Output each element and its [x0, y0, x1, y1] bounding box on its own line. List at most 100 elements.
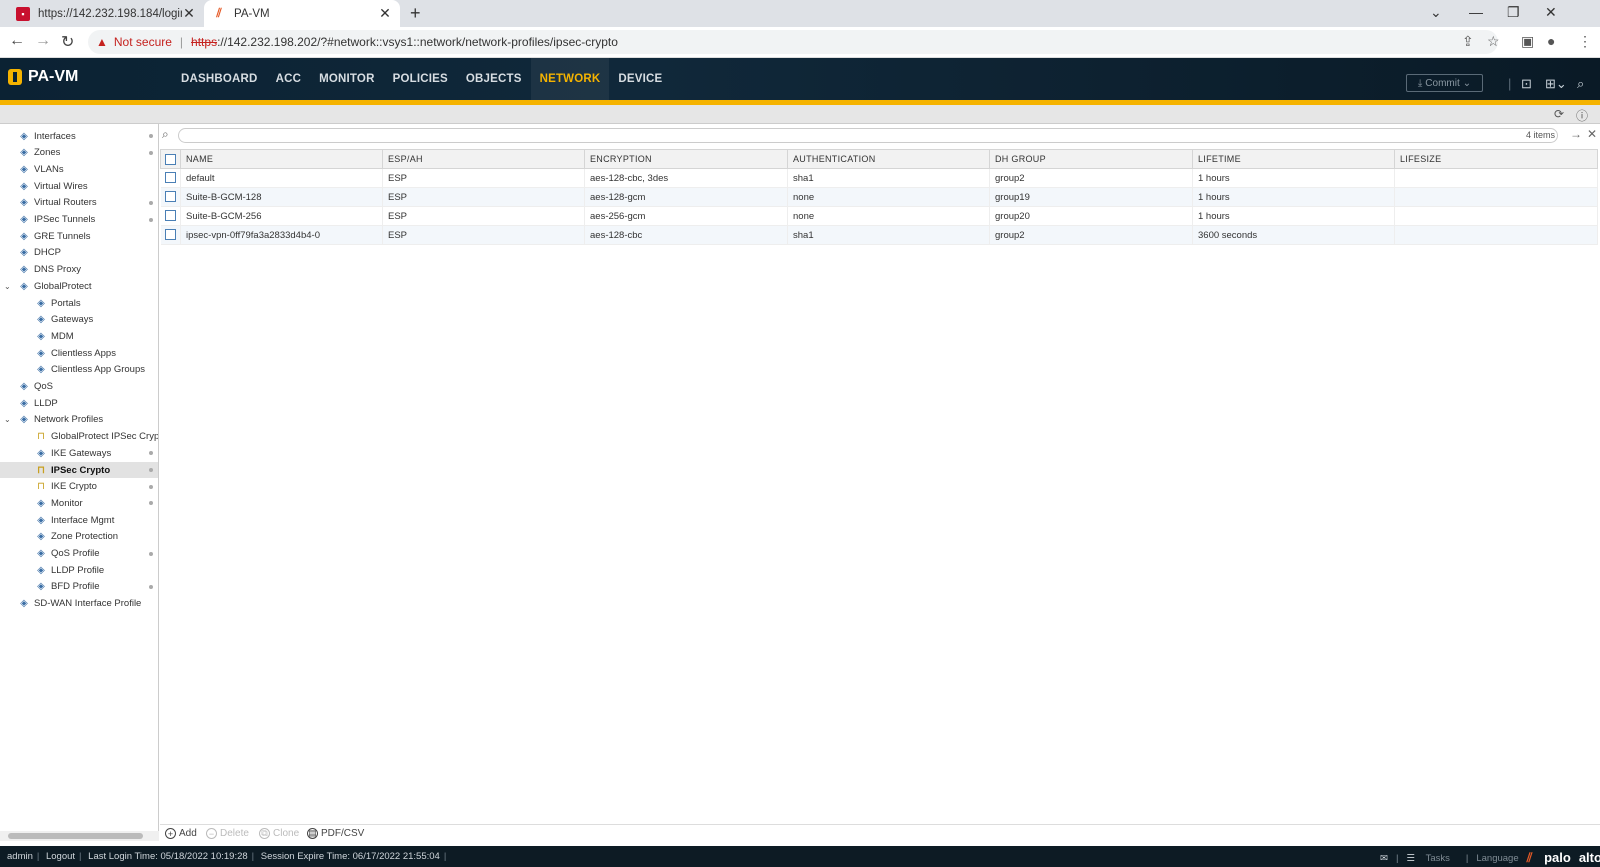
- sidebar-item-label: Clientless Apps: [51, 347, 116, 359]
- close-tab-icon[interactable]: ✕: [378, 5, 392, 22]
- clone-button[interactable]: ⧉ Clone: [259, 828, 299, 839]
- sidebar-item[interactable]: ⊓ IPSec Crypto: [0, 462, 158, 478]
- refresh-icon[interactable]: ⟳: [1554, 107, 1564, 121]
- language-button[interactable]: Language: [1476, 853, 1518, 864]
- apply-filter-icon[interactable]: →: [1570, 127, 1582, 141]
- sidebar-item[interactable]: ◈ IKE Gateways: [0, 445, 158, 461]
- column-header-authentication[interactable]: AUTHENTICATION: [787, 149, 990, 169]
- delete-button[interactable]: − Delete: [206, 828, 249, 839]
- restore-icon[interactable]: ❐: [1507, 4, 1520, 21]
- row-checkbox[interactable]: [160, 187, 181, 207]
- table-row[interactable]: default ESP aes-128-cbc, 3des sha1 group2 1 h…: [160, 168, 1598, 188]
- sidebar-item[interactable]: ◈ DHCP: [0, 245, 158, 261]
- select-all-checkbox[interactable]: [160, 149, 181, 169]
- close-window-icon[interactable]: ✕: [1545, 4, 1557, 21]
- candidate-config-icon[interactable]: ⊞⌄: [1545, 76, 1567, 92]
- clear-filter-icon[interactable]: ✕: [1587, 127, 1597, 141]
- row-checkbox[interactable]: [160, 225, 181, 245]
- sidebar-item-label: SD-WAN Interface Profile: [34, 598, 142, 610]
- forward-icon[interactable]: →: [35, 32, 51, 50]
- commit-button[interactable]: ⤓ Commit ⌄: [1406, 74, 1483, 92]
- config-lock-icon[interactable]: ⊡: [1521, 76, 1532, 92]
- close-tab-icon[interactable]: ✕: [182, 5, 196, 22]
- nav-monitor[interactable]: MONITOR: [310, 58, 384, 100]
- cell-name[interactable]: Suite-B-GCM-128: [180, 187, 383, 207]
- menu-kebab-icon[interactable]: ⋮: [1578, 33, 1592, 50]
- sidebar-item[interactable]: ◈ Virtual Wires: [0, 178, 158, 194]
- sidebar-item[interactable]: ⊓ IKE Crypto: [0, 479, 158, 495]
- nav-network[interactable]: NETWORK: [530, 58, 610, 100]
- sidebar-item[interactable]: ◈ GRE Tunnels: [0, 228, 158, 244]
- expand-caret-icon[interactable]: ⌄: [4, 282, 11, 291]
- column-header-lifesize[interactable]: LIFESIZE: [1394, 149, 1598, 169]
- column-header-esp-ah[interactable]: ESP/AH: [382, 149, 585, 169]
- cell-name[interactable]: default: [180, 168, 383, 188]
- sidebar-item[interactable]: ◈ SD-WAN Interface Profile: [0, 596, 158, 612]
- cell-name[interactable]: ipsec-vpn-0ff79fa3a2833d4b4-0: [180, 225, 383, 245]
- expand-caret-icon[interactable]: ⌄: [4, 415, 11, 424]
- minimize-icon[interactable]: —: [1469, 4, 1483, 20]
- sidebar-item[interactable]: ◈ QoS Profile: [0, 546, 158, 562]
- sidebar-item[interactable]: ◈ DNS Proxy: [0, 262, 158, 278]
- table-row[interactable]: Suite-B-GCM-256 ESP aes-256-gcm none group20…: [160, 206, 1598, 226]
- back-icon[interactable]: ←: [9, 32, 25, 50]
- sidebar-item[interactable]: ◈ Virtual Routers: [0, 195, 158, 211]
- url-field[interactable]: ▲ Not secure | https ://142.232.198.202/…: [88, 30, 1498, 54]
- row-checkbox[interactable]: [160, 206, 181, 226]
- sidebar-item[interactable]: ◈ QoS: [0, 379, 158, 395]
- filter-input[interactable]: [178, 128, 1558, 143]
- add-button[interactable]: + Add: [165, 828, 197, 839]
- help-icon[interactable]: ⓘ: [1576, 107, 1588, 124]
- table-row[interactable]: ipsec-vpn-0ff79fa3a2833d4b4-0 ESP aes-128-…: [160, 225, 1598, 245]
- sidebar-item[interactable]: ◈ Clientless App Groups: [0, 362, 158, 378]
- sidebar-item[interactable]: ◈ Clientless Apps: [0, 345, 158, 361]
- sidebar-item[interactable]: ◈ Zone Protection: [0, 529, 158, 545]
- sidebar-item[interactable]: ◈ Portals: [0, 295, 158, 311]
- column-header-lifetime[interactable]: LIFETIME: [1192, 149, 1395, 169]
- sidebar-item[interactable]: ◈ Gateways: [0, 312, 158, 328]
- sidebar-item[interactable]: ◈ BFD Profile: [0, 579, 158, 595]
- cell-dh: group2: [989, 168, 1193, 188]
- security-status[interactable]: Not secure: [114, 35, 172, 49]
- sidebar-item[interactable]: ◈ MDM: [0, 328, 158, 344]
- sidebar-item[interactable]: ◈ Interfaces: [0, 128, 158, 144]
- profile-icon[interactable]: ●: [1547, 33, 1555, 49]
- sidebar-item[interactable]: ◈ IPSec Tunnels: [0, 212, 158, 228]
- column-header-dh-group[interactable]: DH GROUP: [989, 149, 1193, 169]
- new-tab-icon[interactable]: +: [410, 3, 421, 24]
- nav-device[interactable]: DEVICE: [609, 58, 671, 100]
- tasks-button[interactable]: ☰ Tasks: [1406, 853, 1457, 864]
- cell-name[interactable]: Suite-B-GCM-256: [180, 206, 383, 226]
- nav-acc[interactable]: ACC: [267, 58, 311, 100]
- sidebar-item-label: LLDP Profile: [51, 564, 105, 576]
- sidebar-item[interactable]: ◈ Zones: [0, 145, 158, 161]
- sidebar-item[interactable]: ◈ Monitor: [0, 495, 158, 511]
- sidebar-horizontal-scrollbar[interactable]: [0, 831, 159, 841]
- browser-tab-login[interactable]: ▪ https://142.232.198.184/login?re ✕: [8, 0, 204, 27]
- logout-link[interactable]: Logout: [46, 851, 75, 862]
- reload-icon[interactable]: ↻: [61, 32, 74, 52]
- browser-tab-pa-vm[interactable]: ⫽ PA-VM ✕: [204, 0, 400, 27]
- pdf-csv-button[interactable]: ▤ PDF/CSV: [307, 828, 364, 839]
- share-icon[interactable]: ⇪: [1462, 33, 1474, 50]
- sidebar-item[interactable]: ⌄ ◈ GlobalProtect: [0, 278, 158, 294]
- nav-dashboard[interactable]: DASHBOARD: [172, 58, 267, 100]
- interfaces-icon: ◈: [20, 130, 28, 142]
- sidebar-item[interactable]: ⊓ GlobalProtect IPSec Crypto: [0, 429, 158, 445]
- sidebar-item[interactable]: ◈ VLANs: [0, 161, 158, 177]
- row-checkbox[interactable]: [160, 168, 181, 188]
- sidebar-item[interactable]: ◈ LLDP: [0, 395, 158, 411]
- column-header-encryption[interactable]: ENCRYPTION: [584, 149, 788, 169]
- sidebar-item[interactable]: ◈ Interface Mgmt: [0, 512, 158, 528]
- table-row[interactable]: Suite-B-GCM-128 ESP aes-128-gcm none group19…: [160, 187, 1598, 207]
- nav-policies[interactable]: POLICIES: [384, 58, 457, 100]
- sidebar-item[interactable]: ◈ LLDP Profile: [0, 562, 158, 578]
- column-header-name[interactable]: NAME: [180, 149, 383, 169]
- mail-icon[interactable]: ✉: [1380, 853, 1388, 864]
- bookmark-star-icon[interactable]: ☆: [1487, 33, 1500, 50]
- nav-objects[interactable]: OBJECTS: [457, 58, 531, 100]
- sidebar-item[interactable]: ⌄ ◈ Network Profiles: [0, 412, 158, 428]
- side-panel-icon[interactable]: ▣: [1521, 33, 1534, 50]
- search-icon[interactable]: ⌕: [1577, 76, 1584, 92]
- tab-search-icon[interactable]: ⌄: [1430, 4, 1442, 21]
